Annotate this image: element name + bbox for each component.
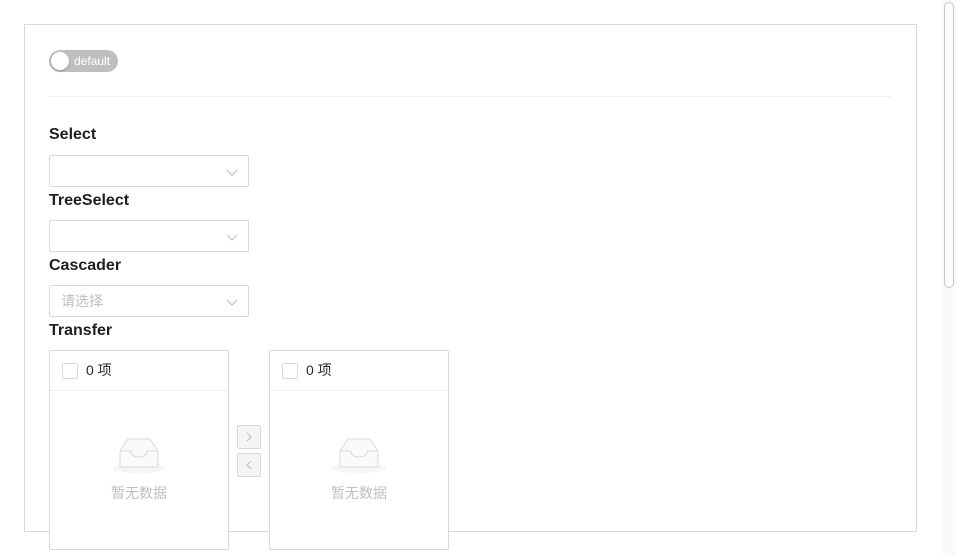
transfer-label: Transfer bbox=[49, 322, 113, 339]
page-scrollbar[interactable] bbox=[942, 0, 956, 556]
transfer-source-select-all-checkbox[interactable] bbox=[62, 363, 78, 379]
transfer-source-empty-text: 暂无数据 bbox=[111, 485, 167, 501]
cascader-placeholder: 请选择 bbox=[61, 293, 103, 309]
chevron-left-icon bbox=[246, 460, 252, 470]
cascader-input[interactable]: 请选择 bbox=[49, 285, 249, 317]
chevron-down-icon bbox=[226, 234, 238, 241]
select-input[interactable] bbox=[49, 155, 249, 187]
divider bbox=[49, 96, 891, 97]
transfer-target-header: 0 项 bbox=[270, 351, 448, 391]
transfer-source-count: 0 项 bbox=[86, 362, 112, 378]
empty-inbox-icon bbox=[112, 438, 166, 473]
tree-select-input[interactable] bbox=[49, 220, 249, 252]
transfer-target-count: 0 项 bbox=[306, 362, 332, 378]
transfer-target-list: 0 项 暂无数据 bbox=[269, 350, 449, 550]
move-to-left-button[interactable] bbox=[237, 453, 261, 477]
chevron-down-icon bbox=[226, 169, 238, 176]
switch-label: default bbox=[74, 54, 111, 68]
page-scrollbar-thumb[interactable] bbox=[944, 2, 954, 288]
transfer-target-select-all-checkbox[interactable] bbox=[282, 363, 298, 379]
select-label: Select bbox=[49, 126, 97, 143]
cascader-label: Cascader bbox=[49, 257, 122, 274]
move-to-right-button[interactable] bbox=[237, 425, 261, 449]
tree-select-label: TreeSelect bbox=[49, 192, 130, 209]
chevron-right-icon bbox=[246, 432, 252, 442]
transfer-source-list: 0 项 暂无数据 bbox=[49, 350, 229, 550]
switch-knob bbox=[51, 52, 69, 70]
chevron-down-icon bbox=[226, 299, 238, 306]
theme-switch[interactable]: default bbox=[49, 50, 118, 72]
transfer-source-header: 0 项 bbox=[50, 351, 228, 391]
empty-inbox-icon bbox=[332, 438, 386, 473]
transfer-target-empty-text: 暂无数据 bbox=[331, 485, 387, 501]
